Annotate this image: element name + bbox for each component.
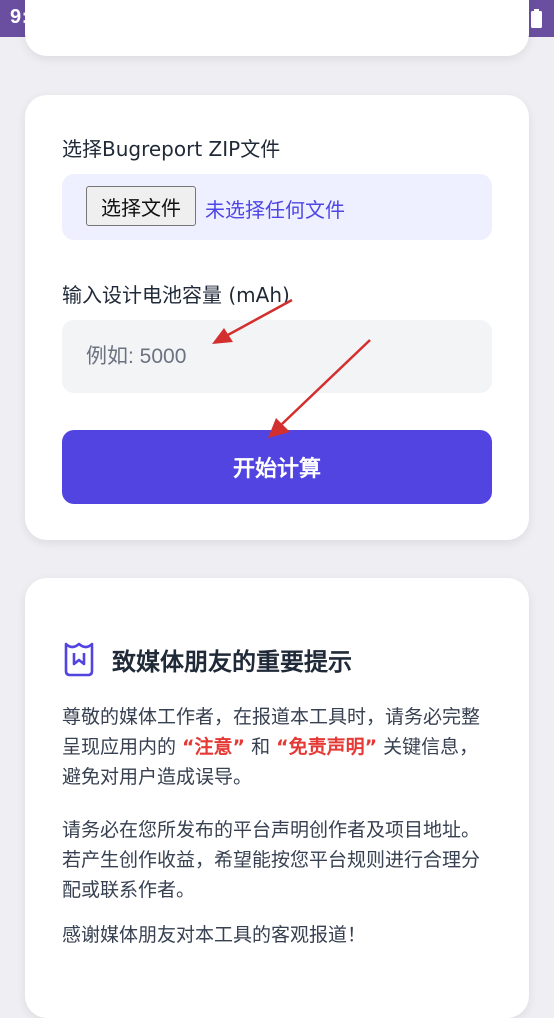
notice-paragraph-1: 尊敬的媒体工作者，在报道本工具时，请务必完整呈现应用内的 “注意” 和 “免责声…: [62, 702, 494, 792]
notice-paragraph-3: 感谢媒体朋友对本工具的客观报道！: [62, 924, 367, 946]
file-status-text: 未选择任何文件: [205, 198, 345, 222]
notice-text: 和: [245, 736, 277, 758]
notice-paragraph-2: 请务必在您所发布的平台声明创作者及项目地址。若产生创作收益，希望能按您平台规则进…: [62, 819, 481, 901]
battery-icon: [531, 8, 542, 28]
notice-title: 致媒体朋友的重要提示: [112, 648, 352, 676]
start-calculate-button[interactable]: 开始计算: [62, 430, 492, 504]
highlight-disclaimer: “免责声明”: [276, 736, 378, 758]
file-picker[interactable]: 选择文件 未选择任何文件: [62, 174, 492, 240]
media-notice-card: 致媒体朋友的重要提示 尊敬的媒体工作者，在报道本工具时，请务必完整呈现应用内的 …: [25, 578, 529, 1018]
bookmark-icon: [64, 642, 94, 677]
upload-form-card: 选择Bugreport ZIP文件 选择文件 未选择任何文件 输入设计电池容量 …: [25, 95, 529, 540]
highlight-notice: “注意”: [182, 736, 246, 758]
choose-file-button[interactable]: 选择文件: [86, 186, 196, 226]
zip-file-label: 选择Bugreport ZIP文件: [62, 137, 281, 161]
previous-card: [25, 0, 529, 56]
capacity-label: 输入设计电池容量 (mAh): [62, 283, 290, 307]
capacity-input[interactable]: [62, 320, 492, 393]
